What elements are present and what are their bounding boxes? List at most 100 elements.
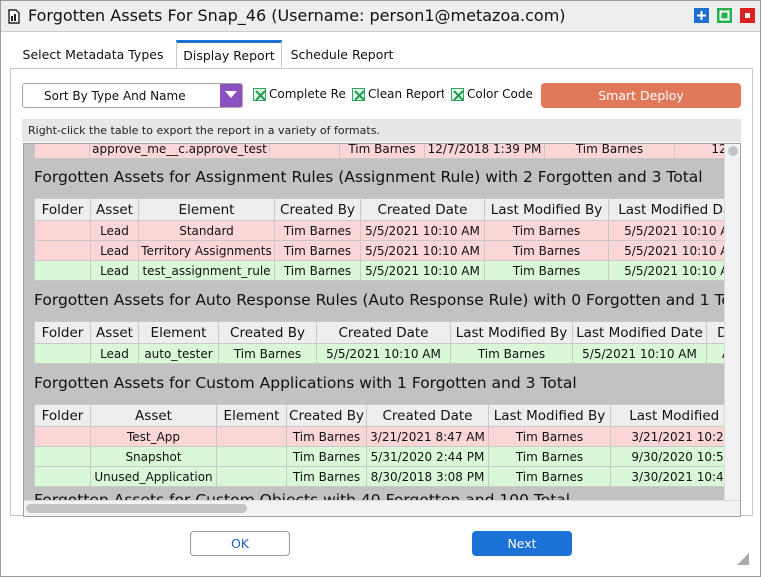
column-header[interactable]: Last Modified Date — [608, 198, 724, 221]
column-header[interactable]: Created By — [286, 404, 367, 427]
table-row[interactable]: Test_App Tim Barnes 3/21/2021 8:47 AM Ti… — [34, 426, 724, 447]
report-view[interactable]: approve_me__c.approve_test Tim Barnes 12… — [23, 143, 741, 517]
table-cell: 3/21/2021 10:29 AM — [610, 426, 724, 447]
report-window: Forgotten Assets For Snap_46 (Username: … — [0, 0, 761, 577]
column-header[interactable]: Asset — [90, 404, 217, 427]
table-cell: Tim Barnes — [484, 240, 609, 261]
window-title: Forgotten Assets For Snap_46 (Username: … — [28, 6, 566, 25]
column-header[interactable]: Folder — [34, 321, 91, 344]
table-cell: Test_App — [90, 426, 217, 447]
table-row[interactable]: Lead Territory Assignments Tim Barnes 5/… — [34, 240, 724, 261]
resize-grip-icon[interactable] — [736, 551, 750, 570]
table-row[interactable]: Lead test_assignment_rule Tim Barnes 5/5… — [34, 260, 724, 281]
table-cell: 5/5/2021 10:10 AM — [316, 343, 451, 364]
table-cell: 8/30/2018 3:08 PM — [366, 466, 489, 487]
table-header-row: Folder Asset Element Created By Created … — [34, 198, 724, 221]
table-cell — [34, 343, 91, 364]
next-button[interactable]: Next — [472, 531, 572, 556]
section-title: Forgotten Assets for Custom Applications… — [34, 374, 577, 392]
chevron-down-icon[interactable] — [220, 84, 242, 107]
column-header[interactable]: Created Date — [366, 404, 489, 427]
column-header[interactable]: Last Modified By — [484, 198, 609, 221]
export-hint: Right-click the table to export the repo… — [22, 119, 741, 142]
table-cell: approve_me__c.approve_test — [89, 144, 270, 159]
section-title: Forgotten Assets for Assignment Rules (A… — [34, 168, 703, 186]
maximize-button[interactable] — [694, 8, 709, 23]
table-cell: auto_tester — [138, 343, 219, 364]
tab-select-metadata-types[interactable]: Select Metadata Types — [13, 40, 173, 68]
column-header[interactable]: Details — [706, 321, 724, 344]
section-title: Forgotten Assets for Auto Response Rules… — [34, 291, 724, 309]
table-cell: 5/5/2021 10:10 AM — [608, 240, 724, 261]
table-cell: 12/7/20 — [674, 144, 724, 159]
column-header[interactable]: Created By — [218, 321, 317, 344]
color-code-checkbox[interactable]: Color Code — [451, 88, 535, 102]
table-cell: Lead — [90, 240, 139, 261]
tab-bar: Select Metadata Types Display Report Sch… — [13, 40, 753, 68]
column-header[interactable]: Asset — [90, 321, 139, 344]
table-cell — [216, 446, 287, 467]
table-cell: 9/30/2020 10:54 AM — [610, 446, 724, 467]
table-cell: Tim Barnes — [274, 220, 361, 241]
checkbox-label: Color Code — [467, 88, 533, 101]
tab-schedule-report[interactable]: Schedule Report — [285, 40, 399, 68]
column-header[interactable]: Asset — [90, 198, 139, 221]
restore-button[interactable] — [717, 8, 732, 23]
ok-button[interactable]: OK — [190, 531, 290, 556]
smart-deploy-button[interactable]: Smart Deploy — [541, 83, 741, 108]
table-cell — [34, 220, 91, 241]
clean-report-checkbox[interactable]: Clean Report — [352, 88, 444, 102]
report-table[interactable]: Folder Asset Element Created By Created … — [34, 198, 724, 281]
table-cell — [34, 446, 91, 467]
table-cell: Lead — [90, 220, 139, 241]
close-button[interactable] — [740, 8, 755, 23]
table-cell — [34, 144, 90, 159]
table-cell: 5/31/2020 2:44 PM — [366, 446, 489, 467]
table-cell: Lead — [90, 260, 139, 281]
column-header[interactable]: Last Modified By — [450, 321, 573, 344]
table-row[interactable]: approve_me__c.approve_test Tim Barnes 12… — [34, 144, 724, 159]
checkbox-label: Complete Re — [269, 88, 345, 101]
table-cell: Tim Barnes — [488, 446, 611, 467]
table-cell: Tim Barnes — [218, 343, 317, 364]
table-header-row: Folder Asset Element Created By Created … — [34, 404, 724, 427]
checkbox-checked-icon — [451, 88, 464, 101]
table-row[interactable]: Lead Standard Tim Barnes 5/5/2021 10:10 … — [34, 220, 724, 241]
table-cell: 3/30/2021 10:41 AM — [610, 466, 724, 487]
column-header[interactable]: Created Date — [360, 198, 485, 221]
report-table[interactable]: approve_me__c.approve_test Tim Barnes 12… — [34, 144, 724, 159]
vertical-scrollbar[interactable] — [724, 144, 740, 502]
horizontal-scroll-thumb[interactable] — [26, 504, 247, 513]
column-header[interactable]: Element — [138, 198, 275, 221]
table-cell: 5/5/2021 10:10 AM — [360, 220, 485, 241]
table-cell: Unused_Application — [90, 466, 217, 487]
report-table[interactable]: Folder Asset Element Created By Created … — [34, 404, 724, 487]
table-cell — [269, 144, 340, 159]
column-header[interactable]: Folder — [34, 404, 91, 427]
section-title: Forgotten Assets for Custom Objects with… — [34, 491, 571, 500]
column-header[interactable]: Created Date — [316, 321, 451, 344]
complete-report-checkbox[interactable]: Complete Re — [253, 88, 345, 102]
column-header[interactable]: Last Modified Date — [610, 404, 724, 427]
horizontal-scrollbar[interactable] — [24, 500, 740, 516]
vertical-scroll-thumb[interactable] — [728, 146, 738, 156]
table-cell — [34, 240, 91, 261]
table-cell: Tim Barnes — [286, 446, 367, 467]
table-cell: Standard — [138, 220, 275, 241]
table-cell: 3/21/2021 8:47 AM — [366, 426, 489, 447]
column-header[interactable]: Last Modified By — [488, 404, 611, 427]
column-header[interactable]: Folder — [34, 198, 91, 221]
title-bar[interactable]: Forgotten Assets For Snap_46 (Username: … — [1, 1, 760, 32]
column-header[interactable]: Last Modified Date — [572, 321, 707, 344]
table-cell: 5/5/2021 10:10 AM — [360, 240, 485, 261]
table-row[interactable]: Snapshot Tim Barnes 5/31/2020 2:44 PM Ti… — [34, 446, 724, 467]
table-row[interactable]: Unused_Application Tim Barnes 8/30/2018 … — [34, 466, 724, 487]
tab-display-report[interactable]: Display Report — [176, 40, 282, 68]
sort-dropdown[interactable]: Sort By Type And Name — [22, 83, 243, 108]
report-table[interactable]: Folder Asset Element Created By Created … — [34, 321, 724, 364]
column-header[interactable]: Element — [216, 404, 287, 427]
column-header[interactable]: Element — [138, 321, 219, 344]
table-cell: 12/7/2018 1:39 PM — [424, 144, 545, 159]
column-header[interactable]: Created By — [274, 198, 361, 221]
table-row[interactable]: Lead auto_tester Tim Barnes 5/5/2021 10:… — [34, 343, 724, 364]
